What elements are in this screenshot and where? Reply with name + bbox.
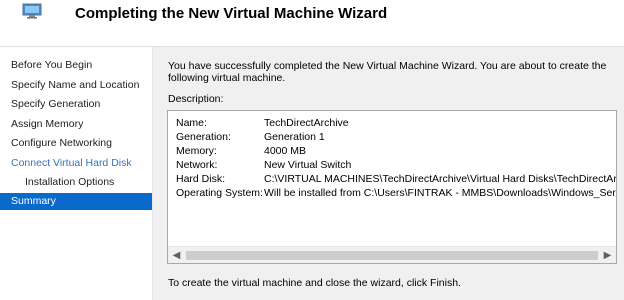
scroll-right-icon[interactable]: ▶ <box>599 247 616 263</box>
row-value-generation: Generation 1 <box>264 131 325 143</box>
nav-item-configure-networking[interactable]: Configure Networking <box>0 135 152 152</box>
scroll-left-icon[interactable]: ◀ <box>168 247 185 263</box>
row-value-network: New Virtual Switch <box>264 159 352 171</box>
nav-item-summary[interactable]: Summary <box>0 193 152 210</box>
row-key-hard-disk: Hard Disk: <box>176 173 226 185</box>
description-box[interactable]: Name: TechDirectArchive Generation: Gene… <box>167 110 617 264</box>
row-key-operating-system: Operating System: <box>176 187 263 199</box>
row-value-operating-system: Will be installed from C:\Users\FINTRAK … <box>264 187 616 199</box>
row-value-name: TechDirectArchive <box>264 117 349 129</box>
nav-item-assign-memory[interactable]: Assign Memory <box>0 116 152 133</box>
nav-item-connect-virtual-hard-disk[interactable]: Connect Virtual Hard Disk <box>0 155 152 172</box>
nav-item-installation-options[interactable]: Installation Options <box>0 174 152 191</box>
page-title: Completing the New Virtual Machine Wizar… <box>75 5 388 22</box>
finish-instruction: To create the virtual machine and close … <box>168 277 461 289</box>
description-label: Description: <box>168 93 224 105</box>
wizard-steps-nav: Before You Begin Specify Name and Locati… <box>0 47 152 300</box>
summary-panel: You have successfully completed the New … <box>153 47 624 300</box>
row-value-hard-disk: C:\VIRTUAL MACHINES\TechDirectArchive\Vi… <box>264 173 617 185</box>
nav-item-before-you-begin[interactable]: Before You Begin <box>0 57 152 74</box>
scrollbar-thumb[interactable] <box>186 251 598 260</box>
row-key-name: Name: <box>176 117 207 129</box>
row-key-generation: Generation: <box>176 131 231 143</box>
nav-item-specify-name-location[interactable]: Specify Name and Location <box>0 77 152 94</box>
row-key-memory: Memory: <box>176 145 217 157</box>
row-key-network: Network: <box>176 159 218 171</box>
monitor-icon <box>22 3 42 19</box>
wizard-header: Completing the New Virtual Machine Wizar… <box>0 0 624 46</box>
nav-item-specify-generation[interactable]: Specify Generation <box>0 96 152 113</box>
row-value-memory: 4000 MB <box>264 145 307 157</box>
intro-text: You have successfully completed the New … <box>168 60 607 84</box>
horizontal-scrollbar[interactable]: ◀ ▶ <box>168 246 616 263</box>
